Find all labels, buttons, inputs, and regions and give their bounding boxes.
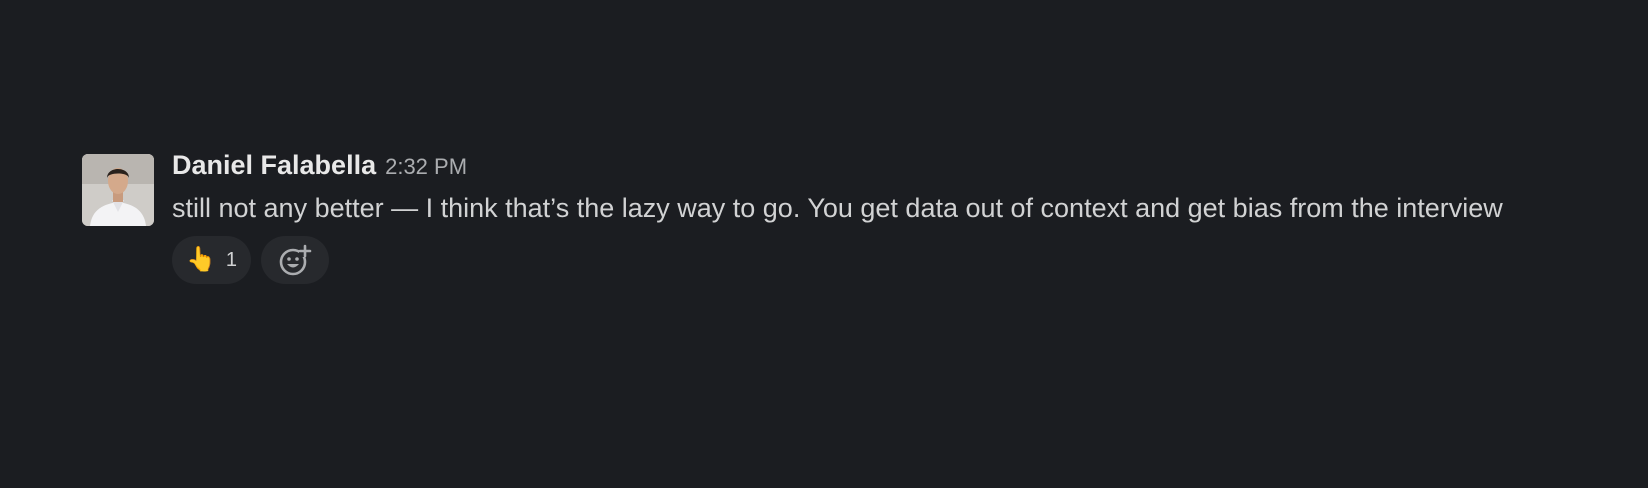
- message-header: Daniel Falabella 2:32 PM: [172, 150, 1582, 186]
- message-content: Daniel Falabella 2:32 PM still not any b…: [172, 150, 1582, 284]
- message: Daniel Falabella 2:32 PM still not any b…: [82, 150, 1582, 284]
- user-photo-icon: [82, 154, 154, 226]
- pointing-up-emoji-icon: 👆: [186, 246, 216, 273]
- author-name[interactable]: Daniel Falabella: [172, 150, 376, 181]
- add-reaction-button[interactable]: [261, 236, 330, 284]
- avatar[interactable]: [82, 154, 154, 226]
- add-emoji-icon: [279, 244, 312, 276]
- reaction-pointing-up[interactable]: 👆 1: [172, 236, 252, 284]
- reaction-count: 1: [225, 248, 238, 271]
- message-text: still not any better — I think that’s th…: [172, 193, 1503, 223]
- reactions-bar: 👆 1: [172, 236, 1582, 284]
- message-timestamp[interactable]: 2:32 PM: [385, 154, 467, 180]
